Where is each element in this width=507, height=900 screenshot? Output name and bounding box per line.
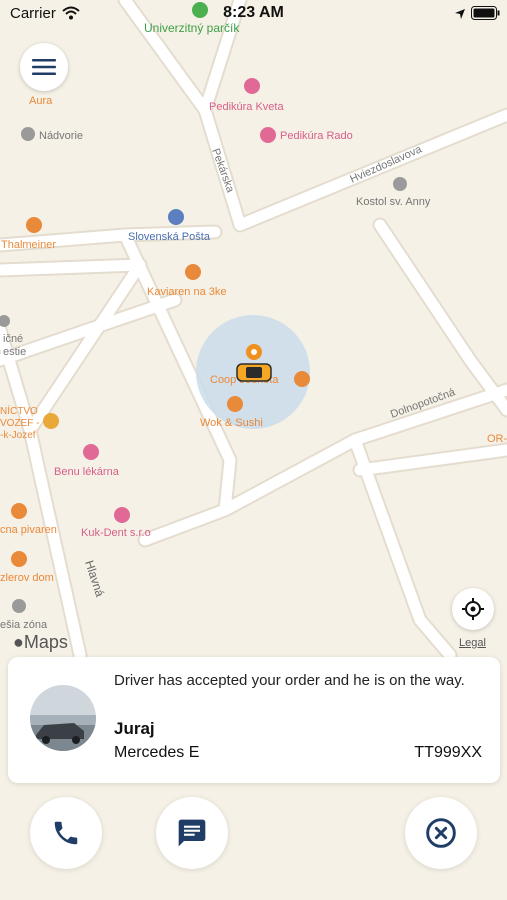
order-status-message: Driver has accepted your order and he is… — [114, 672, 465, 689]
driver-avatar — [30, 685, 96, 751]
poi-label-kukdent: Kuk-Dent s.r.o — [81, 527, 151, 539]
maps-attribution: ●Maps — [13, 632, 68, 653]
license-plate: TT999XX — [414, 744, 482, 761]
location-arrow-icon — [455, 9, 465, 19]
poi-label-aura: Aura — [29, 95, 53, 107]
poi-label-kaviaren: Kaviaren na 3ke — [147, 286, 227, 298]
pedicure-poi-icon — [260, 127, 276, 143]
poi-label-pivaren: cna pivaren — [0, 524, 57, 536]
poi-label-zlerov: zlerov dom — [0, 572, 54, 584]
driver-name: Juraj — [114, 719, 155, 738]
poi-label-thalmeiner: Thalmeiner — [1, 239, 56, 251]
poi-label-pedikura-kveta: Pedikúra Kveta — [209, 101, 284, 113]
poi-label-nadvorie: Nádvorie — [39, 130, 83, 142]
restaurant-poi-icon — [185, 264, 201, 280]
poi-label-posta: Slovenská Pošta — [128, 231, 211, 243]
poi-label-zona: ešia zóna — [0, 619, 48, 631]
pharmacy-poi-icon — [83, 444, 99, 460]
cafe-poi-icon — [26, 217, 42, 233]
maps-attribution-label: Maps — [23, 632, 68, 652]
dentist-poi-icon — [114, 507, 130, 523]
call-driver-button[interactable] — [30, 797, 102, 869]
legal-link[interactable]: Legal — [459, 637, 486, 649]
message-icon — [178, 819, 206, 847]
cancel-icon — [426, 818, 456, 848]
poi-label-vozef: VOZEF - — [0, 418, 39, 429]
poi-label-wok: Wok & Sushi — [200, 417, 263, 429]
poi-label-kostol: Kostol sv. Anny — [356, 196, 431, 208]
cancel-order-button[interactable] — [405, 797, 477, 869]
menu-button[interactable] — [20, 43, 68, 91]
poi-label-k-jozef: -k-Jozef — [0, 430, 36, 441]
jewelry-poi-icon — [43, 413, 59, 429]
post-office-poi-icon — [168, 209, 184, 225]
phone-icon — [54, 821, 78, 845]
restaurant-poi-icon — [227, 396, 243, 412]
order-status-card: Driver has accepted your order and he is… — [8, 657, 500, 783]
poi-label-icne: ičné — [3, 333, 23, 345]
chat-button[interactable] — [156, 797, 228, 869]
locate-me-button[interactable] — [452, 588, 494, 630]
poi-label-estie: estie — [3, 346, 26, 358]
apple-logo-icon: ● — [13, 632, 24, 652]
battery-icon — [471, 6, 500, 20]
poi-label-pedikura-rado: Pedikúra Rado — [280, 130, 353, 142]
status-bar: Carrier 8:23 AM — [0, 0, 507, 28]
poi-label-benu: Benu lékárna — [54, 466, 120, 478]
clock: 8:23 AM — [223, 4, 284, 21]
landmark-poi-icon — [21, 127, 35, 141]
hamburger-icon — [32, 59, 56, 75]
landmark-poi-icon — [12, 599, 26, 613]
shop-poi-icon — [294, 371, 310, 387]
church-poi-icon — [393, 177, 407, 191]
car-model: Mercedes E — [114, 744, 200, 761]
crosshair-icon — [462, 598, 484, 620]
poi-label-or: OR- — [487, 433, 507, 445]
pedicure-poi-icon — [244, 78, 260, 94]
restaurant-poi-icon — [11, 503, 27, 519]
poi-label-nictvo: NÍCTVO — [0, 404, 38, 417]
restaurant-poi-icon — [11, 551, 27, 567]
